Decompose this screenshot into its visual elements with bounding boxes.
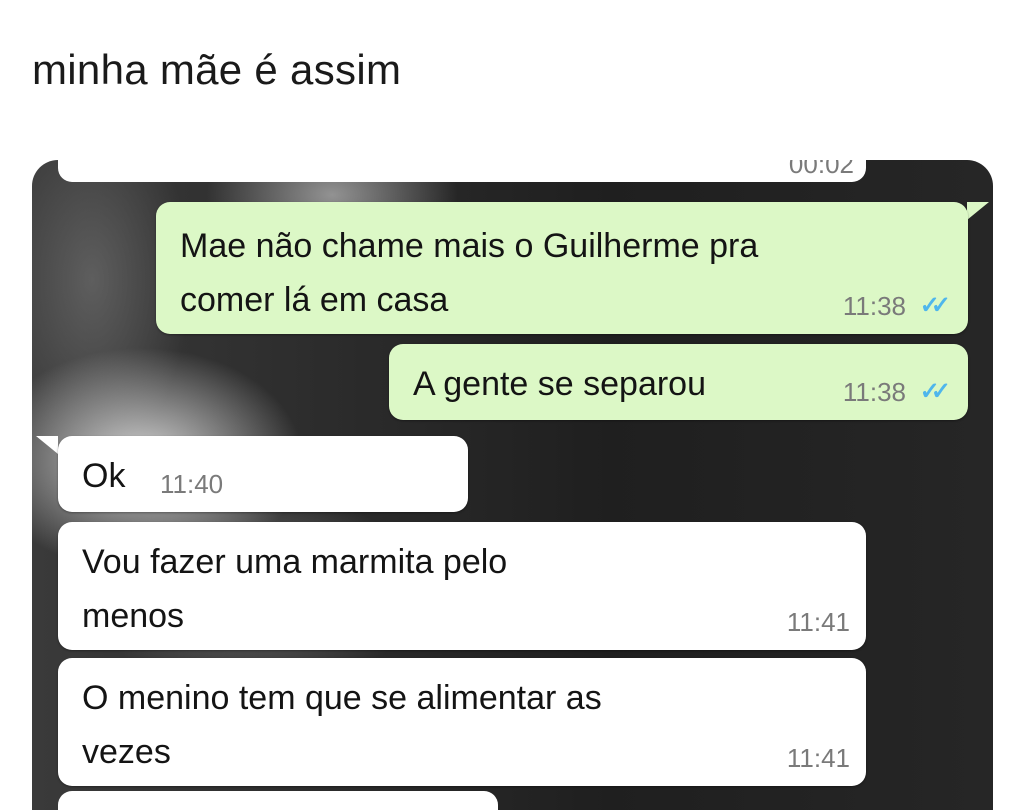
chat-screenshot: 00:02 Mae não chame mais o Guilherme pra… — [32, 160, 993, 810]
sent-message-bubble: Mae não chame mais o Guilherme pra comer… — [156, 202, 968, 334]
message-time: 11:41 — [786, 606, 850, 637]
message-text-line: Mae não chame mais o Guilherme pra — [180, 227, 759, 265]
previous-message-bubble: 00:02 — [58, 160, 866, 182]
bubble-tail — [967, 202, 989, 220]
post-caption: minha mãe é assim — [32, 46, 402, 93]
message-text-line: Ok — [82, 457, 126, 495]
received-message-bubble: Vou fazer uma marmita pelo menos 11:41 — [58, 522, 866, 650]
message-text-line: A gente se separou — [413, 365, 707, 403]
message-text-line: vezes — [82, 733, 171, 771]
message-time: 00:02 — [788, 160, 854, 179]
double-check-read-icon: ✓✓ — [919, 377, 951, 405]
message-text-line: menos — [82, 597, 185, 635]
next-message-bubble — [58, 791, 498, 810]
message-time: 11:40 — [160, 468, 224, 499]
sent-message-bubble: A gente se separou 11:38 ✓✓ — [389, 344, 968, 420]
received-message-bubble: Ok 11:40 — [58, 436, 468, 512]
received-message-bubble: O menino tem que se alimentar as vezes 1… — [58, 658, 866, 786]
bubble-tail — [36, 436, 58, 454]
message-time: 11:41 — [786, 742, 850, 773]
message-text-line: O menino tem que se alimentar as — [82, 679, 602, 717]
message-text-line: comer lá em casa — [180, 281, 449, 319]
message-time: 11:38 — [842, 376, 906, 407]
message-text-line: Vou fazer uma marmita pelo — [82, 543, 508, 581]
double-check-read-icon: ✓✓ — [919, 291, 951, 319]
message-time: 11:38 — [842, 290, 906, 321]
